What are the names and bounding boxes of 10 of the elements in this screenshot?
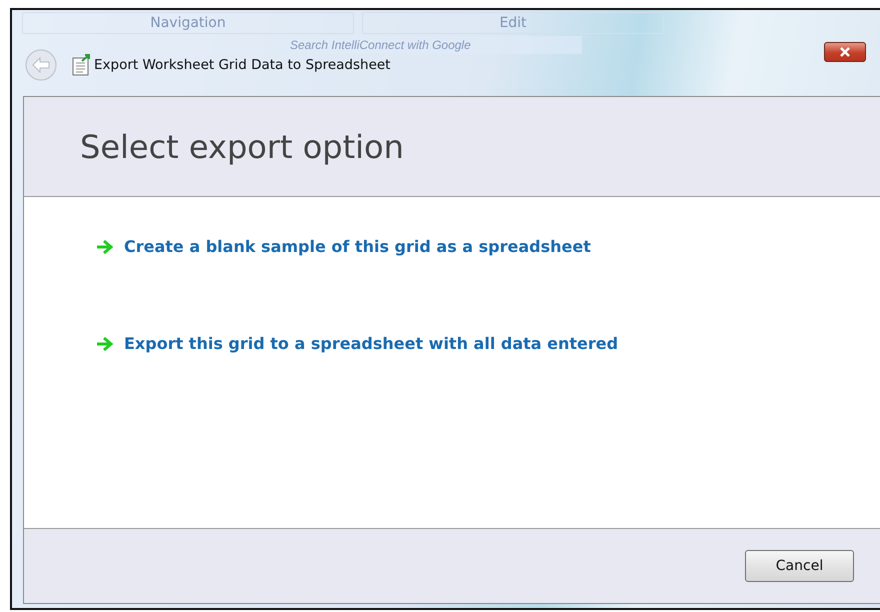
arrow-icon (96, 238, 114, 254)
export-option-link[interactable]: Export this grid to a spreadsheet with all data entered (96, 334, 618, 353)
dialog-heading: Select export option (80, 128, 404, 166)
close-icon (839, 47, 851, 57)
close-button[interactable] (824, 42, 866, 62)
document-icon (72, 54, 92, 76)
arrow-icon (96, 336, 114, 352)
window-title: Export Worksheet Grid Data to Spreadsheet (94, 57, 390, 73)
cancel-button[interactable]: Cancel (745, 550, 854, 582)
export-option-link[interactable]: Create a blank sample of this grid as a spreadsheet (96, 237, 591, 256)
